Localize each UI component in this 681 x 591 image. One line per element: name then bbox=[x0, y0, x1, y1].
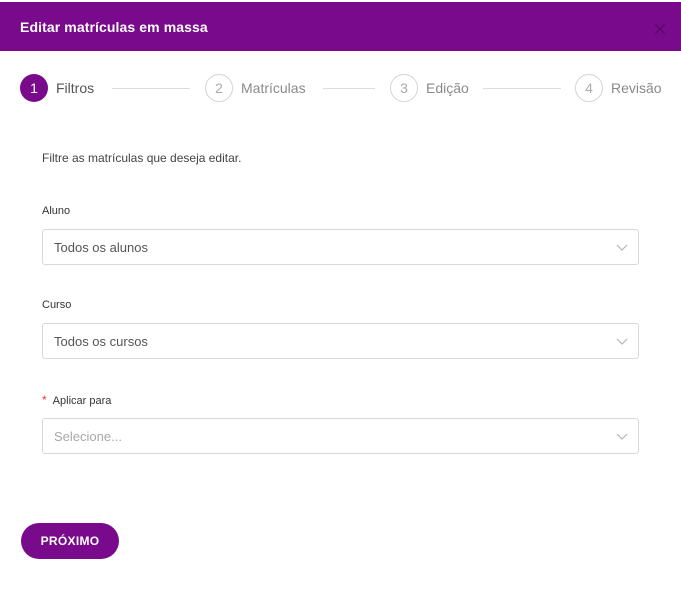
step-connector bbox=[323, 88, 375, 89]
aplicar-select[interactable]: Selecione... bbox=[42, 418, 639, 454]
required-mark: * bbox=[42, 393, 47, 407]
step-revisao[interactable]: 4 Revisão bbox=[575, 74, 662, 102]
step-number: 3 bbox=[390, 74, 418, 102]
step-number: 1 bbox=[20, 74, 48, 102]
close-icon[interactable] bbox=[653, 22, 667, 36]
modal-header: Editar matrículas em massa bbox=[0, 2, 681, 51]
step-edicao[interactable]: 3 Edição bbox=[390, 74, 469, 102]
next-button[interactable]: PRÓXIMO bbox=[21, 523, 119, 559]
aplicar-select-placeholder: Selecione... bbox=[54, 429, 122, 444]
step-connector bbox=[112, 88, 190, 89]
chevron-down-icon bbox=[616, 242, 628, 252]
step-number: 4 bbox=[575, 74, 603, 102]
modal-title: Editar matrículas em massa bbox=[20, 19, 208, 35]
aplicar-label-text: Aplicar para bbox=[52, 395, 112, 407]
step-label: Revisão bbox=[611, 80, 662, 96]
intro-text: Filtre as matrículas que deseja editar. bbox=[42, 151, 242, 165]
step-filtros[interactable]: 1 Filtros bbox=[20, 74, 94, 102]
step-label: Edição bbox=[426, 80, 469, 96]
aplicar-label: * Aplicar para bbox=[42, 393, 111, 407]
step-label: Matrículas bbox=[241, 80, 306, 96]
aluno-select-value: Todos os alunos bbox=[54, 240, 148, 255]
curso-label: Curso bbox=[42, 299, 72, 311]
chevron-down-icon bbox=[616, 336, 628, 346]
stepper: 1 Filtros 2 Matrículas 3 Edição 4 Revisã… bbox=[20, 74, 665, 102]
step-connector bbox=[483, 88, 561, 89]
aluno-select[interactable]: Todos os alunos bbox=[42, 229, 639, 265]
curso-select[interactable]: Todos os cursos bbox=[42, 323, 639, 359]
step-number: 2 bbox=[205, 74, 233, 102]
chevron-down-icon bbox=[616, 431, 628, 441]
aluno-label: Aluno bbox=[42, 205, 71, 217]
step-matriculas[interactable]: 2 Matrículas bbox=[205, 74, 306, 102]
curso-select-value: Todos os cursos bbox=[54, 334, 148, 349]
step-label: Filtros bbox=[56, 80, 95, 96]
